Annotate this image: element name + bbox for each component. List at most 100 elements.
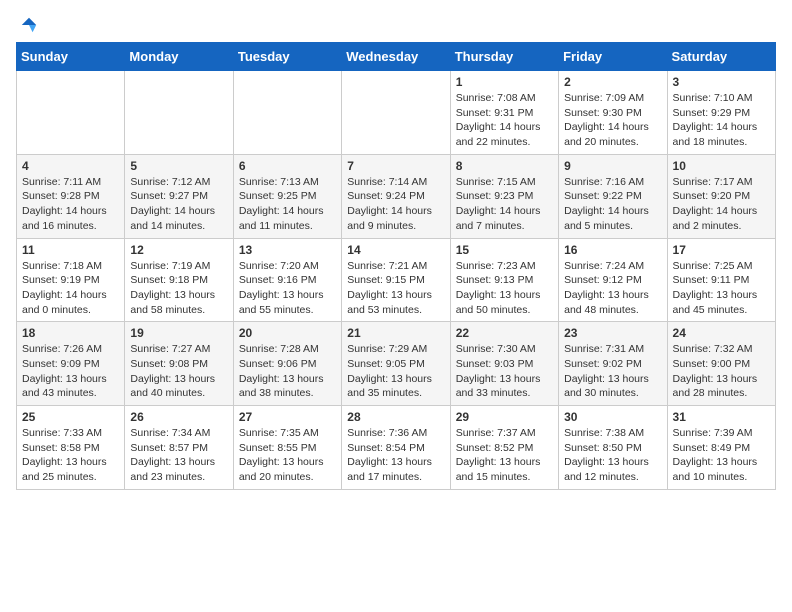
calendar-day-cell: 27 Sunrise: 7:35 AM Sunset: 8:55 PM Dayli…	[233, 406, 341, 490]
day-info: Sunrise: 7:34 AM Sunset: 8:57 PM Dayligh…	[130, 426, 227, 485]
day-number: 23	[564, 326, 661, 340]
calendar-week-row: 25Sunrise: 7:33 AM Sunset: 8:58 PM Dayli…	[17, 406, 776, 490]
day-info: Sunrise: 7:30 AM Sunset: 9:03 PM Dayligh…	[456, 342, 553, 401]
calendar-day-cell: 6 Sunrise: 7:13 AM Sunset: 9:25 PM Daylig…	[233, 154, 341, 238]
calendar-day-cell: 14 Sunrise: 7:21 AM Sunset: 9:15 PM Dayli…	[342, 238, 450, 322]
calendar-day-cell: 2 Sunrise: 7:09 AM Sunset: 9:30 PM Daylig…	[559, 71, 667, 155]
page-header	[16, 16, 776, 34]
day-number: 9	[564, 159, 661, 173]
day-info: Sunrise: 7:20 AM Sunset: 9:16 PM Dayligh…	[239, 259, 336, 318]
calendar-day-cell: 25Sunrise: 7:33 AM Sunset: 8:58 PM Dayli…	[17, 406, 125, 490]
calendar-day-cell: 5 Sunrise: 7:12 AM Sunset: 9:27 PM Daylig…	[125, 154, 233, 238]
calendar-day-cell: 18 Sunrise: 7:26 AM Sunset: 9:09 PM Dayli…	[17, 322, 125, 406]
day-number: 2	[564, 75, 661, 89]
day-number: 30	[564, 410, 661, 424]
day-info: Sunrise: 7:24 AM Sunset: 9:12 PM Dayligh…	[564, 259, 661, 318]
day-info: Sunrise: 7:13 AM Sunset: 9:25 PM Dayligh…	[239, 175, 336, 234]
day-number: 11	[22, 243, 119, 257]
calendar-week-row: 4 Sunrise: 7:11 AM Sunset: 9:28 PM Daylig…	[17, 154, 776, 238]
calendar-day-cell	[17, 71, 125, 155]
calendar-day-cell: 29 Sunrise: 7:37 AM Sunset: 8:52 PM Dayli…	[450, 406, 558, 490]
day-info: Sunrise: 7:08 AM Sunset: 9:31 PM Dayligh…	[456, 91, 553, 150]
calendar-week-row: 1 Sunrise: 7:08 AM Sunset: 9:31 PM Daylig…	[17, 71, 776, 155]
calendar-day-cell: 3 Sunrise: 7:10 AM Sunset: 9:29 PM Daylig…	[667, 71, 775, 155]
day-number: 5	[130, 159, 227, 173]
day-info: Sunrise: 7:12 AM Sunset: 9:27 PM Dayligh…	[130, 175, 227, 234]
day-number: 10	[673, 159, 770, 173]
day-info: Sunrise: 7:29 AM Sunset: 9:05 PM Dayligh…	[347, 342, 444, 401]
day-info: Sunrise: 7:23 AM Sunset: 9:13 PM Dayligh…	[456, 259, 553, 318]
day-number: 1	[456, 75, 553, 89]
day-info: Sunrise: 7:28 AM Sunset: 9:06 PM Dayligh…	[239, 342, 336, 401]
day-info: Sunrise: 7:14 AM Sunset: 9:24 PM Dayligh…	[347, 175, 444, 234]
day-info: Sunrise: 7:27 AM Sunset: 9:08 PM Dayligh…	[130, 342, 227, 401]
day-number: 28	[347, 410, 444, 424]
day-info: Sunrise: 7:09 AM Sunset: 9:30 PM Dayligh…	[564, 91, 661, 150]
day-number: 31	[673, 410, 770, 424]
day-info: Sunrise: 7:16 AM Sunset: 9:22 PM Dayligh…	[564, 175, 661, 234]
day-info: Sunrise: 7:18 AM Sunset: 9:19 PM Dayligh…	[22, 259, 119, 318]
day-number: 17	[673, 243, 770, 257]
calendar-day-cell: 4 Sunrise: 7:11 AM Sunset: 9:28 PM Daylig…	[17, 154, 125, 238]
calendar-day-header: Thursday	[450, 43, 558, 71]
calendar-day-header: Wednesday	[342, 43, 450, 71]
calendar-day-header: Sunday	[17, 43, 125, 71]
day-info: Sunrise: 7:10 AM Sunset: 9:29 PM Dayligh…	[673, 91, 770, 150]
day-number: 18	[22, 326, 119, 340]
day-number: 27	[239, 410, 336, 424]
day-number: 8	[456, 159, 553, 173]
day-number: 19	[130, 326, 227, 340]
day-info: Sunrise: 7:15 AM Sunset: 9:23 PM Dayligh…	[456, 175, 553, 234]
logo-icon	[20, 16, 38, 34]
day-number: 6	[239, 159, 336, 173]
calendar-day-cell: 8 Sunrise: 7:15 AM Sunset: 9:23 PM Daylig…	[450, 154, 558, 238]
day-number: 12	[130, 243, 227, 257]
day-info: Sunrise: 7:11 AM Sunset: 9:28 PM Dayligh…	[22, 175, 119, 234]
day-info: Sunrise: 7:32 AM Sunset: 9:00 PM Dayligh…	[673, 342, 770, 401]
calendar-week-row: 11 Sunrise: 7:18 AM Sunset: 9:19 PM Dayli…	[17, 238, 776, 322]
calendar-day-cell: 22 Sunrise: 7:30 AM Sunset: 9:03 PM Dayli…	[450, 322, 558, 406]
day-number: 4	[22, 159, 119, 173]
day-number: 13	[239, 243, 336, 257]
day-info: Sunrise: 7:26 AM Sunset: 9:09 PM Dayligh…	[22, 342, 119, 401]
calendar-day-cell: 7Sunrise: 7:14 AM Sunset: 9:24 PM Daylig…	[342, 154, 450, 238]
calendar-day-cell: 24Sunrise: 7:32 AM Sunset: 9:00 PM Dayli…	[667, 322, 775, 406]
day-info: Sunrise: 7:21 AM Sunset: 9:15 PM Dayligh…	[347, 259, 444, 318]
calendar-day-cell	[125, 71, 233, 155]
calendar-day-cell: 23Sunrise: 7:31 AM Sunset: 9:02 PM Dayli…	[559, 322, 667, 406]
day-number: 22	[456, 326, 553, 340]
day-info: Sunrise: 7:25 AM Sunset: 9:11 PM Dayligh…	[673, 259, 770, 318]
calendar-day-cell: 26 Sunrise: 7:34 AM Sunset: 8:57 PM Dayli…	[125, 406, 233, 490]
day-info: Sunrise: 7:38 AM Sunset: 8:50 PM Dayligh…	[564, 426, 661, 485]
calendar-day-cell: 19 Sunrise: 7:27 AM Sunset: 9:08 PM Dayli…	[125, 322, 233, 406]
day-number: 16	[564, 243, 661, 257]
day-info: Sunrise: 7:33 AM Sunset: 8:58 PM Dayligh…	[22, 426, 119, 485]
day-number: 3	[673, 75, 770, 89]
day-number: 26	[130, 410, 227, 424]
day-info: Sunrise: 7:17 AM Sunset: 9:20 PM Dayligh…	[673, 175, 770, 234]
calendar-day-cell: 11 Sunrise: 7:18 AM Sunset: 9:19 PM Dayli…	[17, 238, 125, 322]
calendar-day-header: Monday	[125, 43, 233, 71]
calendar-day-cell: 16 Sunrise: 7:24 AM Sunset: 9:12 PM Dayli…	[559, 238, 667, 322]
calendar-day-cell: 28Sunrise: 7:36 AM Sunset: 8:54 PM Dayli…	[342, 406, 450, 490]
calendar-day-header: Saturday	[667, 43, 775, 71]
calendar-day-cell: 13 Sunrise: 7:20 AM Sunset: 9:16 PM Dayli…	[233, 238, 341, 322]
calendar-table: SundayMondayTuesdayWednesdayThursdayFrid…	[16, 42, 776, 490]
calendar-day-header: Tuesday	[233, 43, 341, 71]
day-number: 14	[347, 243, 444, 257]
day-info: Sunrise: 7:37 AM Sunset: 8:52 PM Dayligh…	[456, 426, 553, 485]
calendar-day-cell: 12Sunrise: 7:19 AM Sunset: 9:18 PM Dayli…	[125, 238, 233, 322]
calendar-day-header: Friday	[559, 43, 667, 71]
day-info: Sunrise: 7:35 AM Sunset: 8:55 PM Dayligh…	[239, 426, 336, 485]
day-number: 29	[456, 410, 553, 424]
logo	[16, 16, 38, 34]
calendar-header-row: SundayMondayTuesdayWednesdayThursdayFrid…	[17, 43, 776, 71]
calendar-week-row: 18 Sunrise: 7:26 AM Sunset: 9:09 PM Dayli…	[17, 322, 776, 406]
calendar-day-cell	[233, 71, 341, 155]
calendar-day-cell: 10 Sunrise: 7:17 AM Sunset: 9:20 PM Dayli…	[667, 154, 775, 238]
calendar-day-cell: 1 Sunrise: 7:08 AM Sunset: 9:31 PM Daylig…	[450, 71, 558, 155]
calendar-day-cell: 21Sunrise: 7:29 AM Sunset: 9:05 PM Dayli…	[342, 322, 450, 406]
calendar-day-cell: 17 Sunrise: 7:25 AM Sunset: 9:11 PM Dayli…	[667, 238, 775, 322]
calendar-day-cell: 9 Sunrise: 7:16 AM Sunset: 9:22 PM Daylig…	[559, 154, 667, 238]
day-number: 15	[456, 243, 553, 257]
